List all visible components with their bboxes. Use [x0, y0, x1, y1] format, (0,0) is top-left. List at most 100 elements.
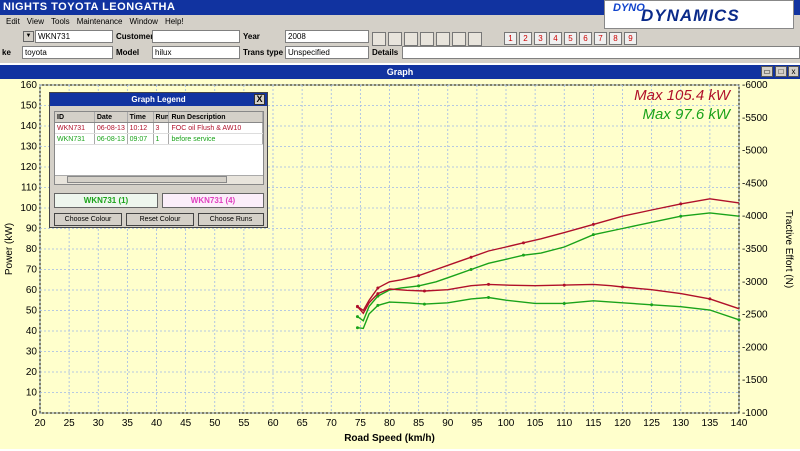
menu-edit[interactable]: Edit: [6, 15, 20, 29]
restore-window-icon[interactable]: ▭: [761, 66, 773, 77]
run-button-9[interactable]: 9: [624, 32, 637, 45]
y2-tick-label: -5000: [742, 146, 768, 157]
tool-icon-6[interactable]: [452, 32, 466, 46]
data-point: [376, 303, 380, 307]
y-tick-label: 20: [26, 367, 38, 378]
model-field[interactable]: hilux: [152, 46, 240, 59]
choose-colour-button[interactable]: Choose Colour: [54, 213, 122, 226]
data-point: [562, 301, 566, 305]
menu-help[interactable]: Help!: [165, 15, 184, 29]
dyno-dynamics-logo: DYNO DYNAMICS: [604, 0, 794, 29]
row-description: FOC oil Flush & AW10: [169, 123, 263, 133]
run-button-6[interactable]: 6: [579, 32, 592, 45]
run-button-3[interactable]: 3: [534, 32, 547, 45]
graph-window-title: Graph: [0, 65, 800, 79]
x-tick-label: 70: [326, 418, 338, 429]
y2-tick-label: -3000: [742, 277, 768, 288]
make-label: ke: [2, 48, 11, 57]
reset-colour-button[interactable]: Reset Colour: [126, 213, 194, 226]
y-tick-label: 80: [26, 244, 38, 255]
data-point: [521, 241, 525, 245]
run-button-4[interactable]: 4: [549, 32, 562, 45]
y-tick-label: 120: [20, 162, 37, 173]
table-row[interactable]: WKN731 06-08-13 10:12 3 FOC oil Flush & …: [55, 123, 263, 134]
legend-close-icon[interactable]: X: [254, 94, 265, 105]
row-id: WKN731: [55, 134, 95, 144]
max-power-annotation: Max 105.4 kW: [634, 87, 732, 104]
data-point: [650, 303, 654, 307]
y2-tick-label: -2500: [742, 310, 768, 321]
data-point: [591, 233, 595, 237]
y-tick-label: 90: [26, 224, 38, 235]
y2-tick-label: -1000: [742, 408, 768, 419]
year-field[interactable]: 2008: [285, 30, 369, 43]
customer-field[interactable]: [152, 30, 240, 43]
y-tick-label: 30: [26, 347, 38, 358]
x-tick-label: 20: [34, 418, 46, 429]
menu-maintenance[interactable]: Maintenance: [77, 15, 123, 29]
x-tick-label: 100: [498, 418, 515, 429]
run-button-1[interactable]: 1: [504, 32, 517, 45]
max-power-annotation: Max 97.6 kW: [642, 106, 731, 123]
y-tick-label: 10: [26, 388, 38, 399]
x-tick-label: 40: [151, 418, 163, 429]
run-box-4[interactable]: WKN731 (4): [162, 193, 264, 208]
tool-icon-4[interactable]: [420, 32, 434, 46]
tool-icon-5[interactable]: [436, 32, 450, 46]
rego-field[interactable]: WKN731: [35, 30, 113, 43]
data-point: [376, 292, 380, 296]
x-tick-label: 90: [442, 418, 454, 429]
choose-runs-button[interactable]: Choose Runs: [198, 213, 264, 226]
table-row[interactable]: WKN731 06-08-13 09:07 1 before service: [55, 134, 263, 145]
details-field[interactable]: [402, 46, 800, 59]
trans-type-field[interactable]: Unspecified: [285, 46, 369, 59]
x-tick-label: 25: [64, 418, 76, 429]
details-label: Details: [372, 48, 399, 57]
menu-tools[interactable]: Tools: [51, 15, 70, 29]
legend-horizontal-scrollbar[interactable]: [55, 175, 263, 184]
run-button-5[interactable]: 5: [564, 32, 577, 45]
x-tick-label: 85: [413, 418, 425, 429]
x-tick-label: 120: [614, 418, 631, 429]
x-tick-label: 30: [93, 418, 105, 429]
x-tick-label: 115: [585, 418, 601, 429]
y-tick-label: 0: [31, 408, 37, 419]
row-date: 06-08-13: [95, 134, 128, 144]
menu-view[interactable]: View: [27, 15, 44, 29]
tool-icon-1[interactable]: [372, 32, 386, 46]
data-point: [469, 255, 473, 259]
run-button-8[interactable]: 8: [609, 32, 622, 45]
y2-tick-label: -5500: [742, 113, 768, 124]
x-tick-label: 80: [384, 418, 396, 429]
row-time: 09:07: [128, 134, 154, 144]
menu-window[interactable]: Window: [130, 15, 158, 29]
x-tick-label: 35: [122, 418, 134, 429]
data-point: [487, 296, 491, 300]
x-tick-label: 50: [209, 418, 221, 429]
tool-icon-3[interactable]: [404, 32, 418, 46]
data-point: [679, 202, 683, 206]
data-point: [521, 253, 525, 257]
y2-tick-label: -2000: [742, 342, 768, 353]
make-field[interactable]: toyota: [22, 46, 113, 59]
row-run: 1: [154, 134, 170, 144]
legend-title: Graph Legend: [131, 95, 186, 104]
legend-run-table: ID Date Time Run Run Description WKN731 …: [54, 111, 264, 185]
row-date: 06-08-13: [95, 123, 128, 133]
tool-icon-7[interactable]: [468, 32, 482, 46]
data-point: [737, 318, 741, 322]
y-tick-label: 50: [26, 306, 38, 317]
rego-dropdown-icon[interactable]: ▼: [23, 31, 34, 42]
run-button-2[interactable]: 2: [519, 32, 532, 45]
x-axis-label: Road Speed (km/h): [344, 433, 435, 444]
run-button-7[interactable]: 7: [594, 32, 607, 45]
close-window-icon[interactable]: x: [788, 66, 799, 77]
x-tick-label: 60: [267, 418, 279, 429]
run-box-1[interactable]: WKN731 (1): [54, 193, 158, 208]
data-point: [591, 222, 595, 226]
x-tick-label: 140: [731, 418, 748, 429]
tool-icon-2[interactable]: [388, 32, 402, 46]
logo-main-text: DYNAMICS: [641, 6, 740, 25]
graph-legend-dialog: Graph Legend X ID Date Time Run Run Desc…: [49, 92, 268, 228]
maximize-window-icon[interactable]: □: [775, 66, 787, 77]
